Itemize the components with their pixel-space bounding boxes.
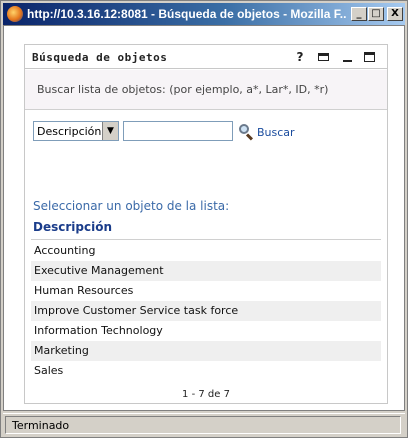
maximize-icon[interactable] [363, 50, 377, 64]
portlet-title: Búsqueda de objetos [32, 51, 168, 64]
list-item[interactable]: Sales [31, 361, 381, 381]
list-item[interactable]: Executive Management [31, 261, 381, 281]
column-header-description[interactable]: Descripción [33, 220, 112, 234]
results-list: Accounting Executive Management Human Re… [31, 241, 381, 381]
window-minimize-button[interactable]: _ [351, 7, 367, 21]
instructions-band: Buscar lista de objetos: (por ejemplo, a… [25, 70, 387, 110]
minimize-icon[interactable] [341, 50, 355, 64]
title-bar[interactable]: http://10.3.16.12:8081 - Búsqueda de obj… [3, 3, 405, 25]
list-item[interactable]: Marketing [31, 341, 381, 361]
search-row: Descripción ▼ Buscar [33, 121, 383, 143]
search-field-select[interactable]: Descripción ▼ [33, 121, 119, 141]
list-item[interactable]: Human Resources [31, 281, 381, 301]
window-maximize-button[interactable]: □ [368, 7, 384, 21]
status-bar: Terminado [3, 413, 405, 435]
search-field-value: Descripción [37, 125, 102, 138]
object-search-portlet: Búsqueda de objetos ? Buscar lista de ob… [24, 44, 388, 404]
list-item[interactable]: Accounting [31, 241, 381, 261]
print-icon[interactable] [317, 50, 331, 64]
page-content: Búsqueda de objetos ? Buscar lista de ob… [3, 25, 405, 411]
chevron-down-icon[interactable]: ▼ [102, 122, 118, 140]
list-item[interactable]: Improve Customer Service task force [31, 301, 381, 321]
firefox-icon [7, 6, 23, 22]
status-panel: Terminado [5, 416, 401, 434]
search-input[interactable] [123, 121, 233, 141]
help-icon[interactable]: ? [293, 50, 307, 64]
window-close-button[interactable]: X [387, 7, 403, 21]
search-button[interactable]: Buscar [257, 126, 295, 139]
instructions-text: Buscar lista de objetos: (por ejemplo, a… [37, 83, 329, 96]
results-caption: Seleccionar un objeto de la lista: [33, 199, 230, 213]
status-text: Terminado [12, 419, 70, 432]
header-divider [31, 239, 381, 240]
search-icon[interactable] [238, 123, 254, 141]
portlet-header: Búsqueda de objetos ? [25, 45, 387, 69]
window-title: http://10.3.16.12:8081 - Búsqueda de obj… [27, 7, 347, 21]
list-item[interactable]: Information Technology [31, 321, 381, 341]
browser-window: http://10.3.16.12:8081 - Búsqueda de obj… [0, 0, 408, 438]
pagination-text: 1 - 7 de 7 [182, 389, 230, 400]
